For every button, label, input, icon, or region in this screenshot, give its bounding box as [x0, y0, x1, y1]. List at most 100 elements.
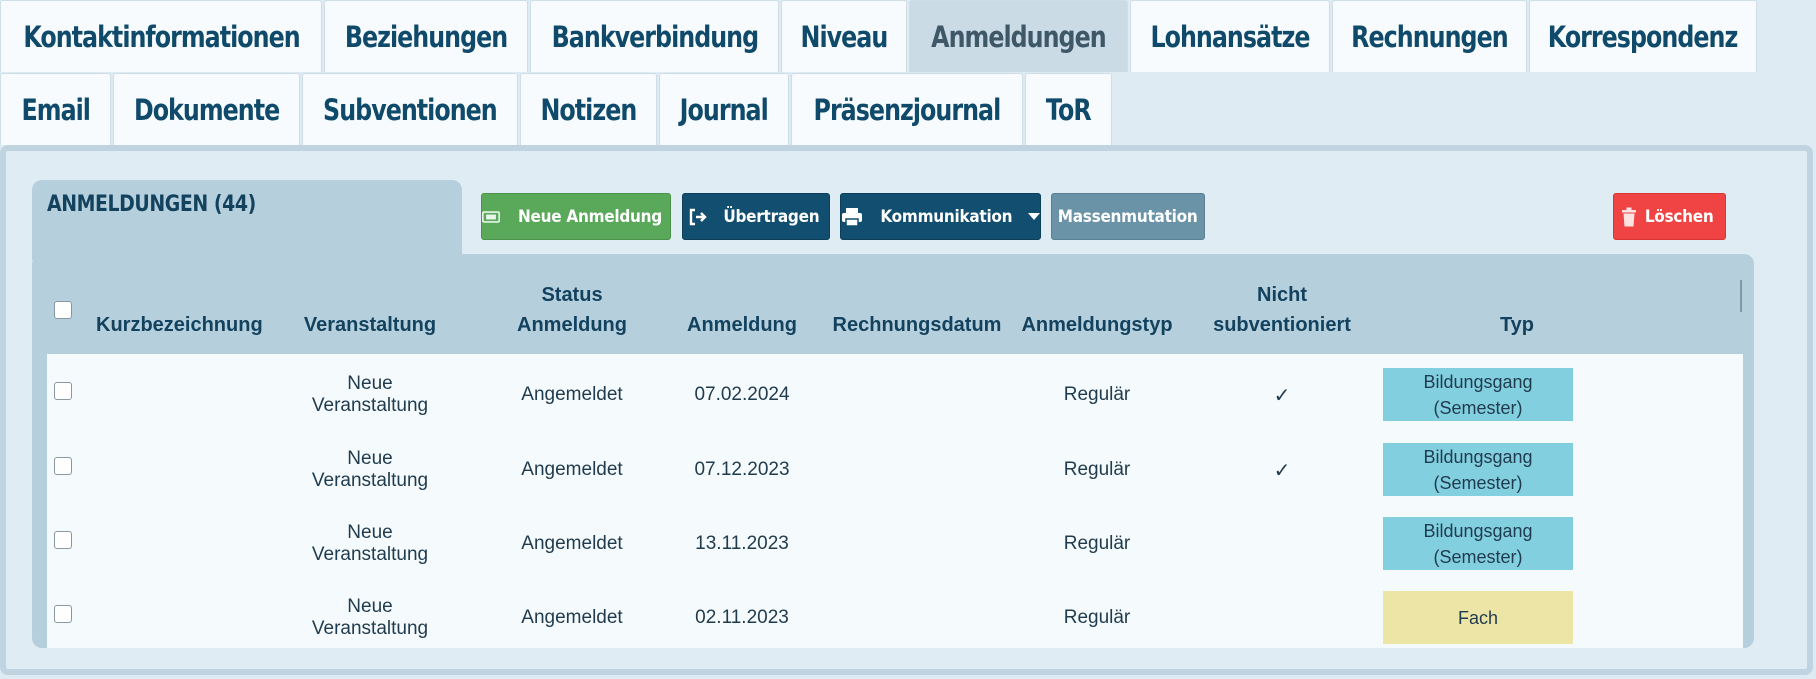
tab-label: Journal [679, 92, 769, 127]
cell-anmeldungstyp: Regulär [1063, 384, 1131, 405]
tab-notizen[interactable]: Notizen [520, 73, 657, 145]
tab-beziehungen[interactable]: Beziehungen [324, 0, 528, 72]
type-badge: Bildungsgang (Semester) [1383, 368, 1573, 421]
check-icon: ✓ [1273, 459, 1291, 482]
check-icon [1192, 503, 1372, 585]
registrations-table: Kurzbezeichnung Veranstaltung Status Anme… [32, 254, 1754, 648]
cell-kurzbezeichnung [96, 577, 246, 648]
tab-email[interactable]: Email [0, 73, 111, 145]
tab-kontaktinformationen[interactable]: Kontaktinformationen [0, 0, 322, 72]
col-header-rechnungsdatum[interactable]: Rechnungsdatum [832, 310, 1002, 340]
cell-status: Angemeldet [521, 607, 623, 628]
tab-label: Notizen [540, 92, 638, 127]
tab-bar-row-1: Kontaktinformationen Beziehungen Bankverbi… [0, 0, 1759, 72]
cell-kurzbezeichnung [96, 429, 246, 511]
tab-journal[interactable]: Journal [659, 73, 789, 145]
cell-anmeldung-date: 13.11.2023 [695, 533, 789, 554]
tab-label: Korrespondenz [1548, 19, 1738, 54]
tab-anmeldungen[interactable]: Anmeldungen [909, 0, 1128, 72]
new-registration-button[interactable]: Neue Anmeldung [481, 193, 671, 240]
tab-label: Anmeldungen [931, 19, 1107, 54]
tab-label: ToR [1046, 92, 1092, 127]
tab-label: Lohnansätze [1150, 19, 1310, 54]
tab-präsenzjournal[interactable]: Präsenzjournal [791, 73, 1023, 145]
type-badge: Bildungsgang (Semester) [1383, 517, 1573, 570]
new-registration-label: Neue Anmeldung [518, 206, 663, 227]
chevron-down-icon [1027, 213, 1040, 220]
cell-status: Angemeldet [521, 384, 623, 405]
cell-rechnungsdatum [832, 503, 1002, 585]
cell-rechnungsdatum [832, 577, 1002, 648]
tab-bankverbindung[interactable]: Bankverbindung [530, 0, 779, 72]
cell-anmeldung-date: 02.11.2023 [695, 607, 789, 628]
cell-status: Angemeldet [521, 533, 623, 554]
check-icon [1192, 577, 1372, 648]
sign-out-icon [689, 208, 707, 225]
tab-bar-row-2: Email Dokumente Subventionen Notizen Journal… [0, 73, 1114, 145]
tab-label: Email [21, 92, 90, 127]
tab-subventionen[interactable]: Subventionen [302, 73, 518, 145]
cell-veranstaltung: Neue Veranstaltung [311, 596, 429, 639]
row-checkbox[interactable] [54, 605, 72, 623]
tab-label: Subventionen [323, 92, 498, 127]
row-checkbox[interactable] [54, 531, 72, 549]
tab-label: Präsenzjournal [813, 92, 1002, 127]
table-row[interactable]: Neue Veranstaltung Angemeldet 13.11.2023 Re… [47, 503, 1743, 585]
select-all-checkbox[interactable] [54, 301, 72, 319]
table-row[interactable]: Neue Veranstaltung Angemeldet 02.11.2023 Re… [47, 577, 1743, 648]
cell-anmeldungstyp: Regulär [1063, 607, 1131, 628]
delete-button[interactable]: Löschen [1613, 193, 1726, 240]
tab-lohnansätze[interactable]: Lohnansätze [1130, 0, 1330, 72]
delete-label: Löschen [1645, 206, 1714, 227]
tab-rechnungen[interactable]: Rechnungen [1332, 0, 1527, 72]
mass-mutation-button[interactable]: Massenmutation [1051, 193, 1205, 240]
row-checkbox[interactable] [54, 382, 72, 400]
col-header-veranstaltung[interactable]: Veranstaltung [288, 310, 452, 340]
transfer-label: Übertragen [722, 206, 819, 227]
cell-anmeldungstyp: Regulär [1063, 533, 1131, 554]
col-header-nicht-subventioniert[interactable]: Nicht subventioniert [1192, 280, 1372, 340]
col-header-anmeldung[interactable]: Anmeldung [662, 310, 822, 340]
check-icon: ✓ [1273, 384, 1291, 407]
cell-veranstaltung: Neue Veranstaltung [311, 448, 429, 491]
tab-tor[interactable]: ToR [1025, 73, 1112, 145]
printer-icon [842, 207, 863, 227]
tab-label: Dokumente [133, 92, 280, 127]
col-header-kurzbezeichnung[interactable]: Kurzbezeichnung [96, 310, 263, 340]
tab-label: Rechnungen [1351, 19, 1508, 54]
col-header-typ[interactable]: Typ [1452, 310, 1582, 340]
type-badge: Fach [1383, 591, 1573, 644]
table-row[interactable]: Neue Veranstaltung Angemeldet 07.12.2023 Re… [47, 429, 1743, 511]
tab-label: Beziehungen [344, 19, 508, 54]
cell-status: Angemeldet [521, 459, 623, 480]
cell-veranstaltung: Neue Veranstaltung [311, 522, 429, 565]
ticket-icon [482, 210, 501, 223]
cell-veranstaltung: Neue Veranstaltung [311, 373, 429, 416]
tab-label: Bankverbindung [551, 19, 758, 54]
tab-label: Niveau [800, 19, 889, 54]
tab-korrespondenz[interactable]: Korrespondenz [1529, 0, 1757, 72]
col-header-status-anmeldung[interactable]: Status Anmeldung [492, 280, 652, 340]
tab-niveau[interactable]: Niveau [781, 0, 907, 72]
tab-label: Kontaktinformationen [22, 19, 300, 54]
cell-anmeldungstyp: Regulär [1063, 459, 1131, 480]
section-title: ANMELDUNGEN (44) [47, 192, 256, 217]
cell-kurzbezeichnung [96, 503, 246, 585]
table-row[interactable]: Neue Veranstaltung Angemeldet 07.02.2024 Re… [47, 354, 1743, 436]
table-header: Kurzbezeichnung Veranstaltung Status Anme… [32, 254, 1754, 354]
transfer-button[interactable]: Übertragen [682, 193, 830, 240]
cell-rechnungsdatum [832, 429, 1002, 511]
communication-dropdown-button[interactable]: Kommunikation [840, 193, 1041, 240]
cell-anmeldung-date: 07.12.2023 [694, 459, 790, 480]
cell-anmeldung-date: 07.02.2024 [694, 384, 790, 405]
col-header-anmeldungstyp[interactable]: Anmeldungstyp [1012, 310, 1182, 340]
trash-icon [1622, 207, 1637, 226]
cell-kurzbezeichnung [96, 354, 246, 436]
tab-dokumente[interactable]: Dokumente [113, 73, 300, 145]
column-resize-handle[interactable] [1740, 280, 1742, 312]
communication-label: Kommunikation [880, 206, 1013, 227]
type-badge: Bildungsgang (Semester) [1383, 443, 1573, 496]
cell-rechnungsdatum [832, 354, 1002, 436]
mass-mutation-label: Massenmutation [1058, 206, 1198, 227]
row-checkbox[interactable] [54, 457, 72, 475]
